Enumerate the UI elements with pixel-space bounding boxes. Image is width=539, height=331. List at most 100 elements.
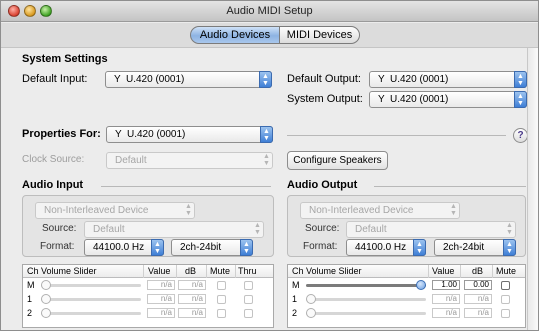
- speaker-icon: Y: [378, 94, 385, 105]
- db-field[interactable]: n/a: [178, 308, 206, 318]
- volume-slider-track[interactable]: [41, 312, 141, 315]
- audio-output-channel-table: Ch Volume Slider Value dB Mute M 1.00 0.…: [287, 264, 526, 328]
- thru-checkbox[interactable]: [244, 281, 253, 290]
- popup-arrows-icon: ▲ ▼: [151, 239, 164, 256]
- main-content: System Settings Default Input: Y U.420 (0…: [1, 47, 538, 330]
- channel-name: M: [292, 280, 300, 290]
- input-source-value: Default: [93, 224, 125, 235]
- audio-midi-setup-window: Audio MIDI Setup Audio Devices MIDI Devi…: [0, 0, 539, 331]
- clock-source-popup[interactable]: Default ▲ ▼: [106, 152, 273, 169]
- output-format-label: Format:: [303, 241, 338, 252]
- output-source-value: Default: [355, 224, 387, 235]
- output-channels-popup[interactable]: 2ch-24bit ▲ ▼: [434, 239, 516, 256]
- title-bar[interactable]: Audio MIDI Setup: [1, 1, 538, 22]
- volume-slider-knob[interactable]: [41, 280, 51, 290]
- speaker-icon: Y: [378, 74, 385, 85]
- volume-slider-knob[interactable]: [416, 280, 426, 290]
- popup-arrows-icon: ▲ ▼: [260, 126, 273, 143]
- input-rate-popup[interactable]: 44100.0 Hz ▲ ▼: [84, 239, 164, 256]
- vertical-scrollbar[interactable]: [527, 48, 538, 330]
- output-rate-popup[interactable]: 44100.0 Hz ▲ ▼: [346, 239, 426, 256]
- mute-checkbox[interactable]: [217, 309, 226, 318]
- popup-arrows-icon: ▲ ▼: [240, 239, 253, 256]
- system-output-popup[interactable]: Y U.420 (0001) ▲ ▼: [369, 91, 527, 108]
- db-field[interactable]: n/a: [464, 308, 492, 318]
- default-input-popup[interactable]: Y U.420 (0001) ▲ ▼: [105, 71, 272, 88]
- default-input-label: Default Input:: [22, 73, 88, 85]
- properties-for-popup[interactable]: Y U.420 (0001) ▲ ▼: [106, 126, 273, 143]
- volume-slider-knob[interactable]: [306, 308, 316, 318]
- divider: [287, 135, 506, 136]
- audio-input-channel-table: Ch Volume Slider Value dB Mute Thru M n/…: [22, 264, 274, 328]
- value-field[interactable]: n/a: [147, 280, 175, 290]
- input-source-label: Source:: [42, 223, 77, 234]
- db-field[interactable]: n/a: [178, 280, 206, 290]
- help-button[interactable]: ?: [513, 128, 528, 143]
- input-channels-popup[interactable]: 2ch-24bit ▲ ▼: [171, 239, 253, 256]
- mute-checkbox[interactable]: [217, 281, 226, 290]
- volume-slider-track[interactable]: [41, 284, 141, 287]
- input-device-type-popup[interactable]: Non-Interleaved Device ▲ ▼: [35, 202, 195, 219]
- table-row: M 1.00 0.00: [288, 280, 525, 292]
- input-source-popup[interactable]: Default ▲ ▼: [84, 221, 264, 238]
- value-field[interactable]: n/a: [147, 294, 175, 304]
- mute-checkbox[interactable]: [217, 295, 226, 304]
- system-output-value: U.420 (0001): [390, 94, 449, 105]
- value-field[interactable]: 1.00: [432, 280, 460, 290]
- col-value: Value: [148, 266, 171, 276]
- configure-speakers-button[interactable]: Configure Speakers: [287, 151, 388, 170]
- volume-slider-track[interactable]: [306, 312, 426, 315]
- divider: [143, 265, 144, 278]
- channel-name: 1: [292, 294, 298, 304]
- thru-checkbox[interactable]: [244, 309, 253, 318]
- col-ch: Ch: [27, 266, 39, 276]
- volume-slider-knob[interactable]: [306, 294, 316, 304]
- thru-checkbox[interactable]: [244, 295, 253, 304]
- default-output-value: U.420 (0001): [390, 74, 449, 85]
- mute-checkbox[interactable]: [501, 295, 510, 304]
- output-source-popup[interactable]: Default ▲ ▼: [346, 221, 516, 238]
- value-field[interactable]: n/a: [432, 294, 460, 304]
- default-output-popup[interactable]: Y U.420 (0001) ▲ ▼: [369, 71, 527, 88]
- db-field[interactable]: 0.00: [464, 280, 492, 290]
- volume-slider-knob[interactable]: [41, 294, 51, 304]
- volume-slider-knob[interactable]: [41, 308, 51, 318]
- popup-arrows-icon: ▲ ▼: [254, 222, 261, 236]
- divider: [235, 265, 236, 278]
- mute-checkbox[interactable]: [501, 281, 510, 290]
- popup-arrows-icon: ▲ ▼: [259, 71, 272, 88]
- col-mute: Mute: [496, 266, 517, 276]
- channel-name: 1: [27, 294, 33, 304]
- audio-input-format-group: Non-Interleaved Device ▲ ▼ Source: Defaul…: [22, 195, 274, 257]
- table-row: M n/a n/a: [23, 280, 273, 292]
- microphone-icon: Y: [114, 74, 121, 85]
- table-row: 1 n/a n/a: [288, 294, 525, 306]
- channel-name: M: [27, 280, 35, 290]
- popup-arrows-icon: ▲ ▼: [413, 239, 426, 256]
- col-db: dB: [472, 266, 484, 276]
- db-field[interactable]: n/a: [178, 294, 206, 304]
- col-db: dB: [185, 266, 197, 276]
- tab-midi-devices[interactable]: MIDI Devices: [280, 26, 360, 44]
- tab-bar: Audio Devices MIDI Devices: [1, 23, 538, 47]
- volume-slider-track[interactable]: [306, 284, 426, 287]
- volume-slider-track[interactable]: [306, 298, 426, 301]
- default-output-label: Default Output:: [287, 73, 361, 85]
- volume-slider-track[interactable]: [41, 298, 141, 301]
- db-field[interactable]: n/a: [464, 294, 492, 304]
- popup-arrows-icon: ▲ ▼: [263, 153, 270, 167]
- audio-output-heading: Audio Output: [287, 179, 358, 191]
- clock-source-label: Clock Source:: [22, 154, 85, 165]
- microphone-icon: Y: [115, 129, 122, 140]
- mute-checkbox[interactable]: [501, 309, 510, 318]
- col-thru: Thru: [238, 266, 257, 276]
- output-device-type-popup[interactable]: Non-Interleaved Device ▲ ▼: [300, 202, 460, 219]
- divider: [101, 186, 271, 187]
- table-header: Ch Volume Slider Value dB Mute: [288, 265, 525, 278]
- divider: [428, 265, 429, 278]
- popup-arrows-icon: ▲ ▼: [506, 222, 513, 236]
- divider: [492, 265, 493, 278]
- value-field[interactable]: n/a: [147, 308, 175, 318]
- tab-audio-devices[interactable]: Audio Devices: [190, 26, 280, 44]
- value-field[interactable]: n/a: [432, 308, 460, 318]
